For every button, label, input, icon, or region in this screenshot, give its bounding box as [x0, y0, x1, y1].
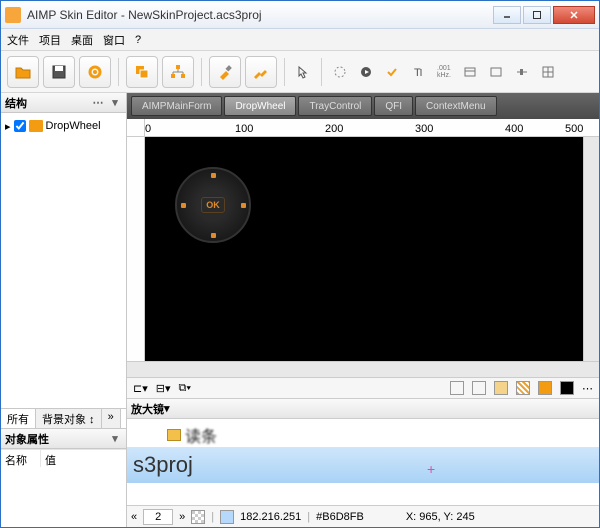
props-collapse-icon[interactable]: ▾ — [108, 432, 122, 446]
magnifier-header: 放大镜 ▾ — [127, 399, 599, 419]
opt-sq2[interactable] — [472, 381, 486, 395]
tree-item[interactable]: ▸ DropWheel — [5, 117, 122, 135]
status-bar: « » | 182.216.251 | #B6D8FB X: 965, Y: 2… — [127, 505, 599, 527]
tab-traycontrol[interactable]: TrayControl — [298, 96, 372, 116]
main-toolbar: T .001kHz. — [1, 51, 599, 93]
tree-item-icon — [29, 120, 43, 132]
wheel-ok-label: OK — [201, 197, 225, 213]
grid-toggle-icon[interactable] — [191, 510, 205, 524]
tool-khz[interactable]: .001kHz. — [433, 61, 455, 83]
structure-filter-tabs: 所有 背景对象 ↕ » — [1, 408, 126, 428]
cursor-tool[interactable] — [292, 61, 314, 83]
opt-more[interactable]: ⋯ — [582, 382, 593, 395]
magnifier-title: 放大镜 — [131, 401, 164, 417]
horizontal-ruler: 0 100 200 300 400 500 — [127, 119, 599, 137]
build-all-button[interactable] — [245, 56, 277, 88]
wheel-dot-up — [211, 173, 216, 178]
opt-sq6[interactable] — [560, 381, 574, 395]
status-hex: #B6D8FB — [316, 511, 364, 523]
mag-blur-text: 读条 — [185, 423, 217, 447]
settings-button[interactable] — [79, 56, 111, 88]
zoom-input[interactable] — [143, 509, 173, 525]
opt-sq4[interactable] — [516, 381, 530, 395]
magnifier-view: 读条 s3proj + — [127, 419, 599, 505]
maximize-button[interactable] — [523, 6, 551, 24]
mag-collapse-icon[interactable]: ▾ — [164, 402, 170, 415]
canvas-hscrollbar[interactable] — [127, 361, 599, 377]
panel-dots-icon[interactable]: ⋯ — [91, 96, 105, 110]
tool-check[interactable] — [381, 61, 403, 83]
tool-text[interactable]: T — [407, 61, 429, 83]
vertical-ruler — [127, 137, 145, 361]
filter-tab-all[interactable]: 所有 — [1, 409, 36, 428]
distribute-icon[interactable]: ⧉▾ — [179, 382, 191, 395]
align-center-icon[interactable]: ⊟▾ — [156, 382, 171, 395]
opt-sq5[interactable] — [538, 381, 552, 395]
filter-tab-more[interactable]: » — [102, 409, 121, 428]
svg-text:T: T — [414, 67, 421, 79]
tool-play[interactable] — [355, 61, 377, 83]
form-tab-strip: AIMPMainForm DropWheel TrayControl QFI C… — [127, 93, 599, 119]
properties-columns: 名称 值 — [1, 449, 126, 467]
minimize-button[interactable] — [493, 6, 521, 24]
app-icon — [5, 7, 21, 23]
status-rgb: 182.216.251 — [240, 511, 301, 523]
wheel-dot-left — [181, 203, 186, 208]
menu-window[interactable]: 窗口 — [103, 32, 125, 48]
open-button[interactable] — [7, 56, 39, 88]
zoom-prev[interactable]: « — [131, 511, 137, 523]
tree-item-label: DropWheel — [46, 120, 101, 132]
dropwheel-widget[interactable]: OK — [165, 157, 261, 253]
layers-button[interactable] — [126, 56, 158, 88]
hierarchy-button[interactable] — [162, 56, 194, 88]
properties-panel-header: 对象属性 ▾ — [1, 429, 126, 449]
status-coords: X: 965, Y: 245 — [406, 511, 475, 523]
structure-tree[interactable]: ▸ DropWheel — [1, 113, 126, 408]
menu-bar: 文件 项目 桌面 窗口 ? — [1, 29, 599, 51]
menu-desktop[interactable]: 桌面 — [71, 32, 93, 48]
color-swatch — [220, 510, 234, 524]
title-bar: AIMP Skin Editor - NewSkinProject.acs3pr… — [1, 1, 599, 29]
build-button[interactable] — [209, 56, 241, 88]
save-button[interactable] — [43, 56, 75, 88]
align-left-icon[interactable]: ⊏▾ — [133, 382, 148, 395]
mag-folder-icon — [167, 429, 181, 441]
menu-project[interactable]: 项目 — [39, 32, 61, 48]
filter-tab-bg[interactable]: 背景对象 ↕ — [36, 409, 102, 428]
tool-panel2[interactable] — [485, 61, 507, 83]
tree-item-checkbox[interactable] — [14, 120, 26, 132]
align-toolbar: ⊏▾ ⊟▾ ⧉▾ ⋯ — [127, 377, 599, 399]
tool-slider[interactable] — [511, 61, 533, 83]
props-col-name: 名称 — [1, 450, 41, 467]
wheel-dot-right — [241, 203, 246, 208]
tab-qfi[interactable]: QFI — [374, 96, 413, 116]
tool-grid[interactable] — [537, 61, 559, 83]
tab-aimpmainform[interactable]: AIMPMainForm — [131, 96, 222, 116]
mag-crosshair-icon: + — [427, 461, 435, 477]
zoom-next[interactable]: » — [179, 511, 185, 523]
structure-panel-header: 结构 ⋯ ▾ — [1, 93, 126, 113]
props-col-value: 值 — [41, 450, 60, 467]
tab-dropwheel[interactable]: DropWheel — [224, 96, 296, 116]
properties-title: 对象属性 — [5, 431, 49, 447]
tree-expand-icon[interactable]: ▸ — [5, 120, 11, 133]
mag-sample-text: s3proj — [127, 452, 193, 478]
menu-file[interactable]: 文件 — [7, 32, 29, 48]
menu-help[interactable]: ? — [135, 34, 141, 46]
close-button[interactable] — [553, 6, 595, 24]
opt-sq3[interactable] — [494, 381, 508, 395]
wheel-dot-down — [211, 233, 216, 238]
properties-body[interactable] — [1, 467, 126, 527]
tool-panel1[interactable] — [459, 61, 481, 83]
tab-contextmenu[interactable]: ContextMenu — [415, 96, 496, 116]
structure-title: 结构 — [5, 95, 27, 111]
panel-collapse-icon[interactable]: ▾ — [108, 96, 122, 110]
window-title: AIMP Skin Editor - NewSkinProject.acs3pr… — [27, 8, 491, 22]
design-canvas[interactable]: OK — [145, 137, 583, 361]
tool-dashed[interactable] — [329, 61, 351, 83]
opt-sq1[interactable] — [450, 381, 464, 395]
canvas-vscrollbar[interactable] — [583, 137, 599, 361]
